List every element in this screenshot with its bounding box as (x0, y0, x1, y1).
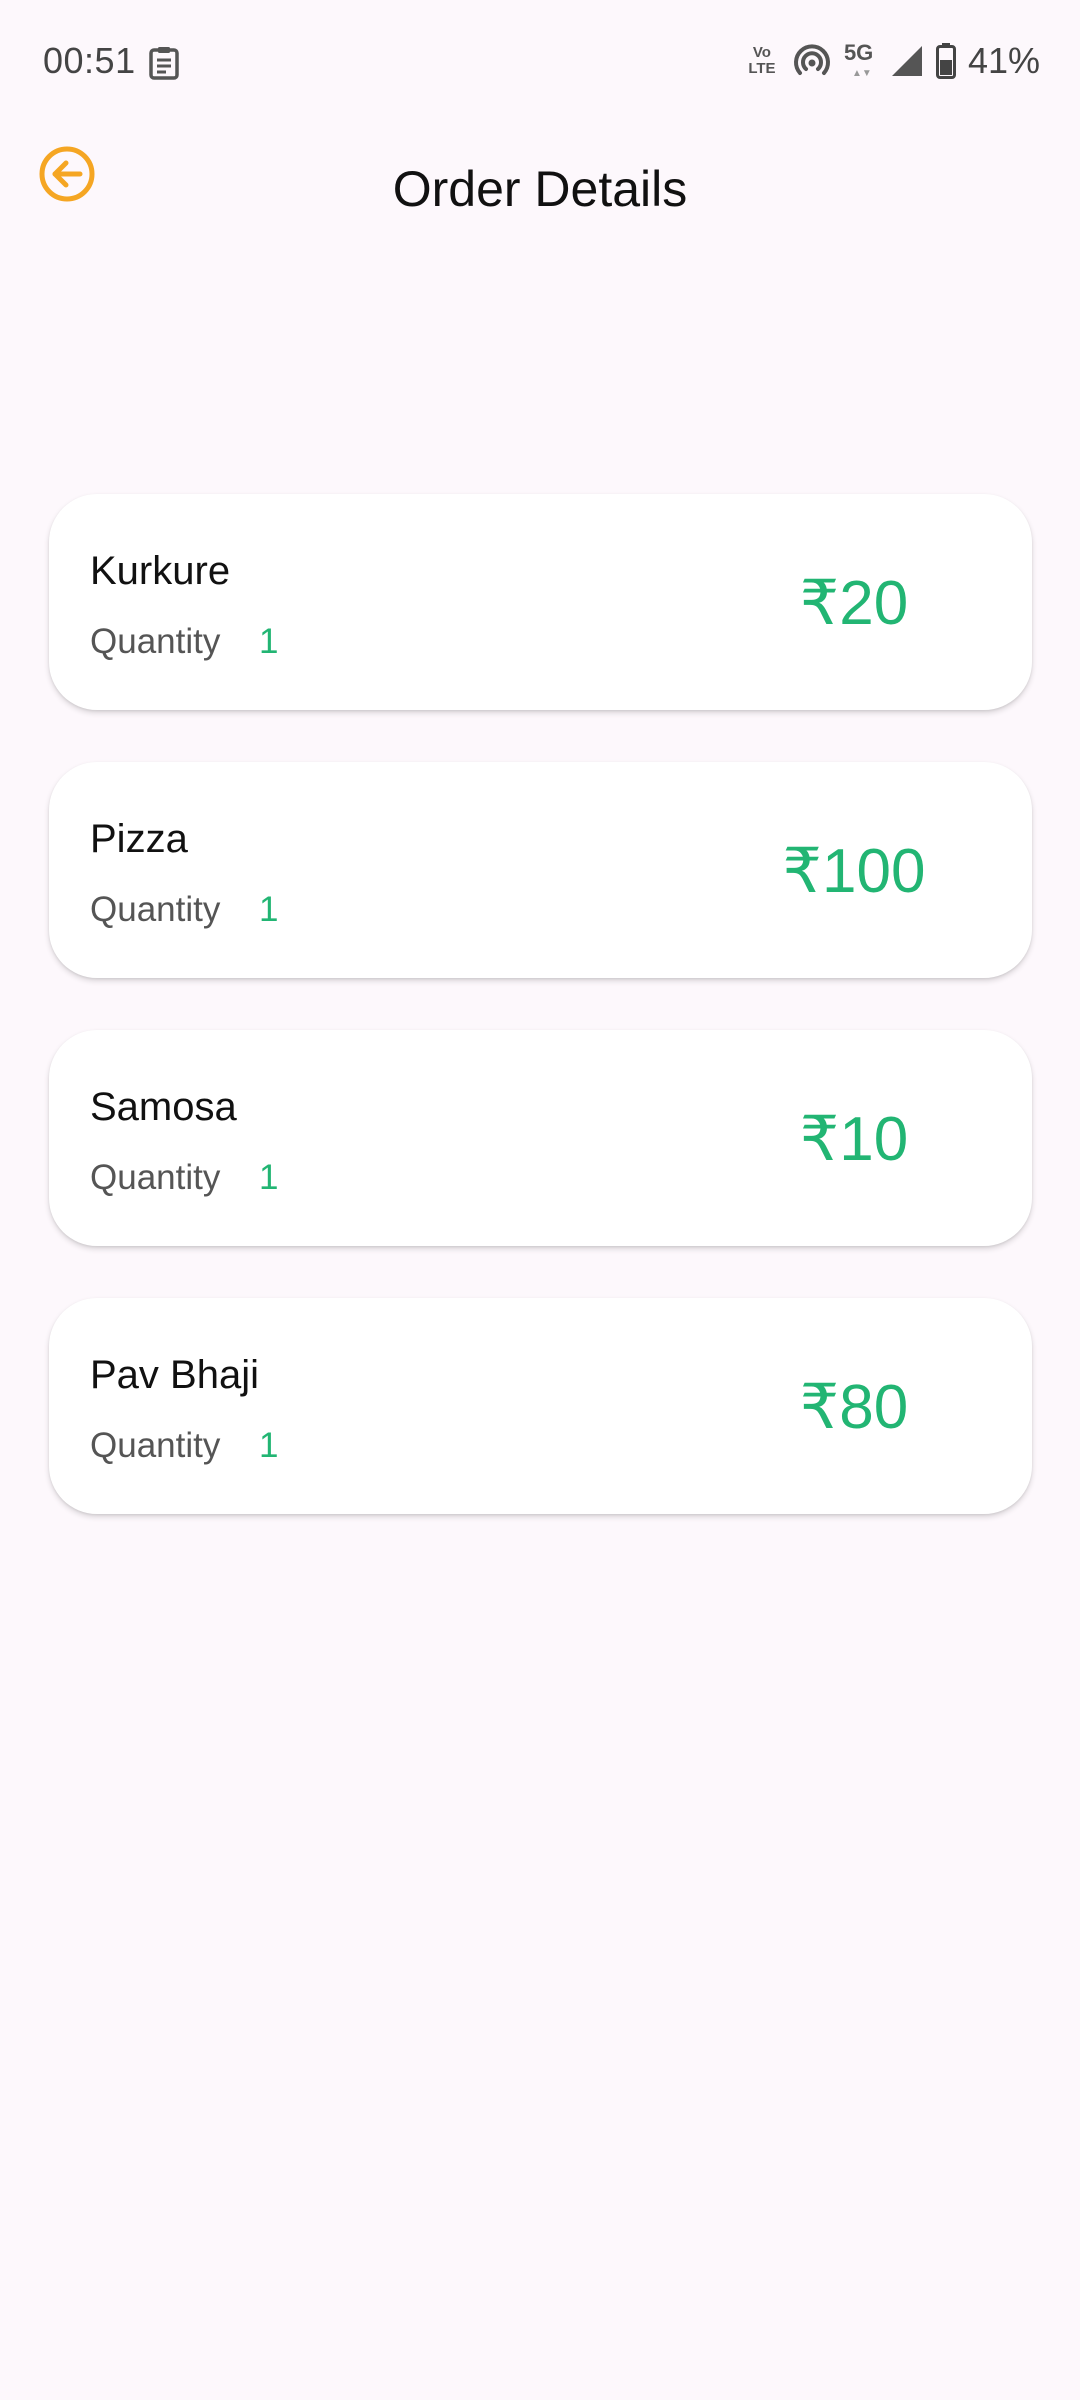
item-name: Pizza (90, 817, 188, 861)
battery-level: 41% (967, 40, 1040, 81)
status-time: 00:51 (43, 40, 136, 81)
status-bar: 00:51 Vo LTE 5G ▲▼ 41% (0, 0, 1080, 125)
order-item-card[interactable]: Pav Bhaji Quantity 1 ₹80 (49, 1298, 1032, 1514)
page-title: Order Details (392, 161, 688, 217)
clipboard-icon (149, 47, 179, 80)
quantity-label: Quantity (90, 1158, 221, 1197)
status-icons: Vo LTE 5G ▲▼ 41% (744, 38, 1040, 84)
network-type-icon: 5G ▲▼ (843, 40, 874, 79)
quantity-label: Quantity (90, 622, 221, 661)
order-item-card[interactable]: Samosa Quantity 1 ₹10 (49, 1030, 1032, 1246)
item-price: ₹100 (782, 837, 926, 906)
volte-top-label: Vo (752, 44, 771, 61)
battery-icon (935, 43, 956, 79)
hotspot-icon (793, 44, 830, 75)
volte-icon: Vo LTE (744, 45, 780, 77)
order-item-card[interactable]: Pizza Quantity 1 ₹100 (49, 762, 1032, 978)
item-name: Kurkure (90, 549, 231, 593)
quantity-label: Quantity (90, 890, 221, 929)
quantity-value: 1 (259, 622, 279, 661)
item-price: ₹20 (799, 569, 909, 638)
item-name: Samosa (90, 1085, 237, 1129)
order-list: Kurkure Quantity 1 ₹20 Pizza Quantity 1 … (49, 494, 1032, 1566)
quantity-value: 1 (259, 890, 279, 929)
item-price: ₹80 (799, 1373, 909, 1442)
quantity-value: 1 (259, 1426, 279, 1465)
quantity-label: Quantity (90, 1426, 221, 1465)
item-price: ₹10 (799, 1105, 909, 1174)
item-name: Pav Bhaji (90, 1353, 259, 1397)
signal-icon (891, 46, 922, 76)
quantity-value: 1 (259, 1158, 279, 1197)
order-item-card[interactable]: Kurkure Quantity 1 ₹20 (49, 494, 1032, 710)
volte-bottom-label: LTE (748, 60, 776, 77)
network-type-label: 5G (843, 40, 874, 65)
